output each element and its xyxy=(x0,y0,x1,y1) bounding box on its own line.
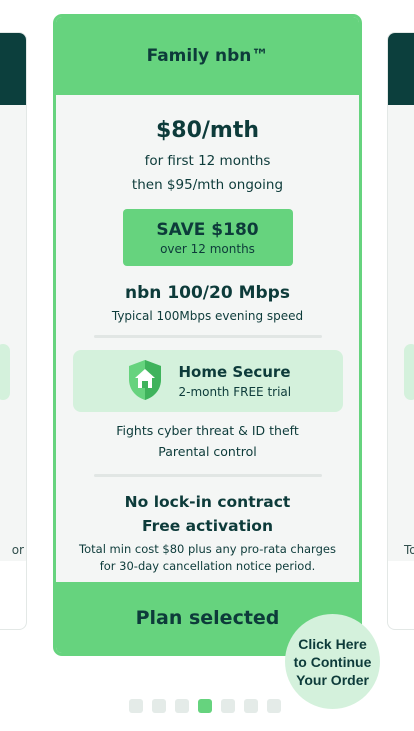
plan-card-header: Family nbn™ xyxy=(56,17,359,95)
fine-print-line: for 30-day cancellation notice period. xyxy=(99,559,316,573)
previous-plan-header xyxy=(0,33,26,105)
fine-print: Total min cost $80 plus any pro-rata cha… xyxy=(56,541,359,575)
pagination-dot[interactable] xyxy=(221,699,235,713)
home-secure-trial: 2-month FREE trial xyxy=(178,385,292,399)
carousel-pagination xyxy=(129,699,281,713)
pagination-dot[interactable] xyxy=(129,699,143,713)
home-secure-title: Home Secure xyxy=(178,363,291,381)
pagination-dot[interactable] xyxy=(175,699,189,713)
previous-plan-badge xyxy=(0,344,10,400)
house-shield-icon xyxy=(128,360,161,400)
previous-plan-text: or xyxy=(11,543,24,557)
plan-selected-label: Plan selected xyxy=(135,606,280,629)
next-plan-header xyxy=(388,33,414,105)
savings-badge: SAVE $180 over 12 months xyxy=(122,209,293,266)
pagination-dot[interactable] xyxy=(267,699,281,713)
feature-list: Fights cyber threat & ID theft Parental … xyxy=(56,420,359,462)
plan-price: $80/mth xyxy=(155,118,260,143)
price-note: for first 12 months then $95/mth ongoing xyxy=(56,149,359,197)
feature-item: Parental control xyxy=(158,444,257,459)
no-lock-in-text: No lock-in contract xyxy=(124,493,291,511)
cta-line: Your Order xyxy=(296,671,369,688)
savings-period: over 12 months xyxy=(160,241,255,256)
price-note-ongoing: then $95/mth ongoing xyxy=(131,177,284,193)
home-secure-offer: Home Secure 2-month FREE trial xyxy=(72,350,343,412)
divider xyxy=(93,474,322,477)
next-plan-body xyxy=(388,105,414,561)
contract-terms: No lock-in contract Free activation xyxy=(56,490,359,538)
cta-line: Click Here xyxy=(298,635,367,652)
plan-card-selected[interactable]: Family nbn™ $80/mth for first 12 months … xyxy=(53,14,362,656)
plan-title: Family nbn™ xyxy=(146,46,269,66)
pagination-dot[interactable] xyxy=(244,699,258,713)
continue-order-label: Click Here to Continue Your Order xyxy=(288,635,378,689)
speed-note: Typical 100Mbps evening speed xyxy=(111,309,304,323)
price-note-intro: for first 12 months xyxy=(144,153,271,169)
plan-carousel: or To Family nbn™ $80/mth for first 12 m… xyxy=(0,0,414,731)
divider xyxy=(93,335,322,338)
plan-speed: nbn 100/20 Mbps xyxy=(125,283,290,303)
next-plan-text: To xyxy=(404,543,414,557)
plan-card-body: $80/mth for first 12 months then $95/mth… xyxy=(56,118,359,575)
feature-item: Fights cyber threat & ID theft xyxy=(116,423,299,438)
savings-amount: SAVE $180 xyxy=(156,219,259,240)
free-activation-text: Free activation xyxy=(141,517,273,535)
cta-line: to Continue xyxy=(293,653,372,670)
continue-order-button[interactable]: Click Here to Continue Your Order xyxy=(285,614,380,709)
pagination-dot[interactable] xyxy=(152,699,166,713)
previous-plan-body xyxy=(0,105,26,561)
next-plan-badge xyxy=(404,344,414,400)
pagination-dot[interactable] xyxy=(198,699,212,713)
fine-print-line: Total min cost $80 plus any pro-rata cha… xyxy=(79,542,336,556)
previous-plan-card[interactable]: or xyxy=(0,32,27,630)
home-secure-text: Home Secure 2-month FREE trial xyxy=(179,363,292,399)
next-plan-card[interactable]: To xyxy=(387,32,414,630)
